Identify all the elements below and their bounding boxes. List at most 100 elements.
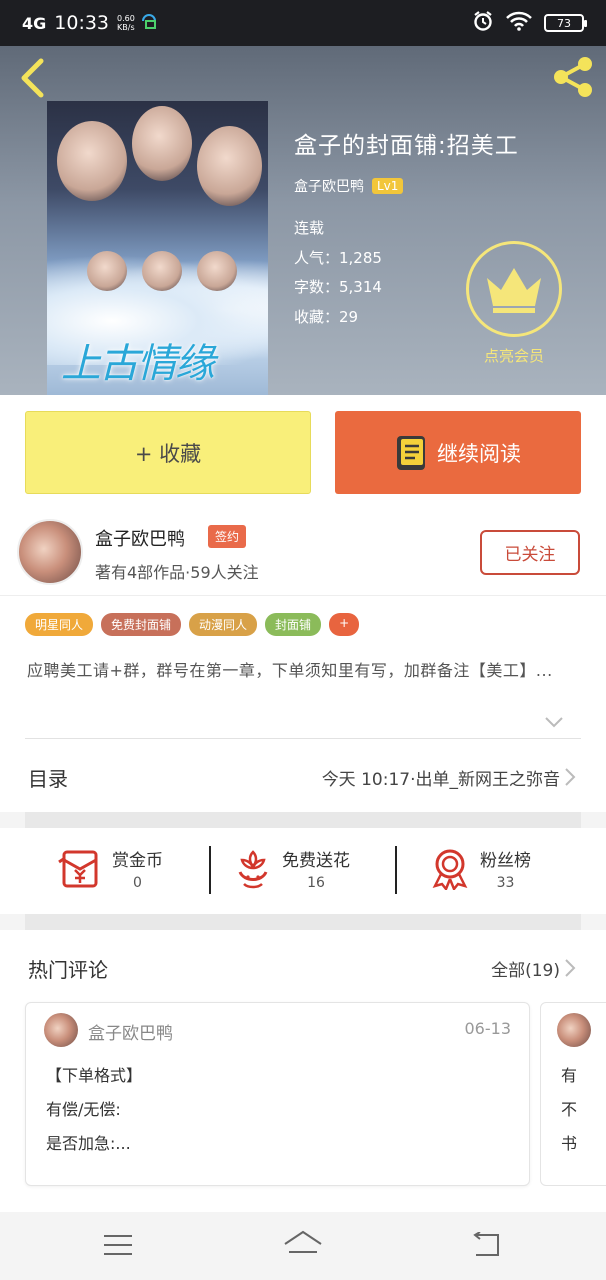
free-flower-button[interactable]: 免费送花 16 — [234, 846, 350, 891]
share-icon — [554, 57, 592, 97]
stat-value: 0 — [133, 875, 142, 891]
comments-section: 热门评论 全部(19) 盒子欧巴鸭 06-13 【下单格式】 有偿/无偿: 是否… — [0, 930, 606, 1212]
stat-name: 粉丝榜 — [480, 851, 531, 871]
book-status: 连载 — [294, 219, 325, 237]
home-icon — [284, 1230, 322, 1253]
fan-ranking-button[interactable]: 粉丝榜 33 — [430, 846, 531, 891]
network-speed-unit: KB/s — [117, 23, 135, 32]
comment-card[interactable]: 盒子欧巴鸭 06-13 【下单格式】 有偿/无偿: 是否加急:... — [25, 1002, 530, 1186]
comment-card[interactable]: 有 不 书 — [540, 1002, 606, 1186]
continue-reading-button[interactable]: 继续阅读 — [335, 411, 581, 494]
comments-title: 热门评论 — [28, 958, 108, 982]
stat-value: 33 — [496, 875, 515, 891]
vip-button[interactable]: 点亮会员 — [463, 241, 565, 366]
cover-figure — [132, 106, 192, 181]
book-popularity: 人气：1,285 — [294, 248, 382, 267]
expand-intro-button[interactable] — [544, 713, 564, 732]
share-button[interactable] — [550, 54, 596, 100]
vip-label: 点亮会员 — [483, 347, 544, 365]
author-name[interactable]: 盒子欧巴鸭 — [95, 525, 185, 551]
network-speed-value: 0.60 — [117, 14, 135, 23]
tag-pill[interactable]: 明星同人 — [25, 613, 94, 636]
stat-name: 免费送花 — [282, 851, 350, 871]
cover-figure — [57, 121, 127, 201]
network-speed: 0.60 KB/s — [117, 14, 139, 32]
follow-button[interactable]: 已关注 — [480, 530, 580, 575]
author-section: 盒子欧巴鸭 签约 著有4部作品·59人关注 已关注 明星同人 免费封面铺 动漫同人封… — [0, 510, 606, 738]
comment-line: 有偿/无偿: — [46, 1100, 121, 1119]
comment-body: 【下单格式】 有偿/无偿: 是否加急:... — [46, 1059, 142, 1161]
catalog-label: 目录 — [28, 767, 68, 791]
crown-icon — [487, 268, 541, 313]
red-envelope-icon — [58, 850, 98, 887]
alarm-icon — [472, 10, 494, 36]
book-cover[interactable]: 上古情缘 — [47, 101, 268, 395]
book-intro: 应聘美工请+群，群号在第一章，下单须知里有写，加群备注【美工】... — [27, 661, 553, 680]
return-icon — [473, 1232, 499, 1256]
book-favorites: 收藏：29 — [294, 307, 359, 326]
book-word-count: 字数：5,314 — [294, 278, 382, 296]
author-description: 著有4部作品·59人关注 — [95, 563, 259, 582]
comment-line: 不 — [561, 1100, 578, 1119]
back-arrow-icon — [21, 58, 44, 98]
section-gap — [25, 914, 581, 930]
back-nav-button[interactable] — [466, 1228, 506, 1262]
tag-pill[interactable]: 免费封面铺 — [101, 613, 182, 636]
divider — [395, 846, 397, 894]
cover-title-art: 上古情缘 — [61, 341, 215, 387]
avatar — [557, 1013, 591, 1047]
cover-figure — [197, 126, 262, 206]
book-icon — [397, 435, 425, 470]
cover-figure — [142, 251, 182, 291]
chevron-right-icon — [564, 767, 576, 791]
comment-line: 有 — [561, 1066, 578, 1085]
signed-badge: 签约 — [208, 525, 247, 548]
wifi-icon — [506, 11, 532, 35]
divider — [0, 595, 606, 596]
menu-icon — [104, 1235, 132, 1255]
catalog-row[interactable]: 目录 今天 10:17·出单_新网王之弥音 — [0, 738, 606, 812]
system-nav-bar — [0, 1212, 606, 1280]
divider — [209, 846, 211, 894]
book-title: 盒子的封面铺:招美工 — [294, 133, 519, 159]
app-notify-icon — [139, 11, 159, 35]
tag-pill[interactable]: + — [329, 613, 360, 636]
avatar — [44, 1013, 78, 1047]
clock: 10:33 — [54, 12, 110, 34]
all-comments-link[interactable]: 全部(19) — [491, 956, 560, 981]
stat-name: 赏金币 — [112, 851, 163, 871]
chevron-down-icon — [545, 717, 563, 728]
book-author-row: 盒子欧巴鸭 Lv1 — [294, 176, 404, 196]
divider — [25, 738, 581, 739]
book-header: 上古情缘 盒子的封面铺:招美工 盒子欧巴鸭 Lv1 连载 人气：1,285 字数… — [0, 46, 606, 395]
menu-button[interactable] — [98, 1228, 138, 1262]
status-bar: 4G 10:33 0.60 KB/s 73 — [0, 0, 606, 46]
comment-body: 有 不 书 — [561, 1059, 577, 1161]
tag-pill[interactable]: 封面铺 — [265, 613, 322, 636]
latest-chapter: 今天 10:17·出单_新网王之弥音 — [321, 770, 560, 790]
reward-coins-button[interactable]: 赏金币 0 — [56, 846, 163, 891]
comment-date: 06-13 — [464, 1019, 512, 1038]
comment-line: 是否加急:... — [46, 1134, 131, 1153]
stats-bar: 赏金币 0 免费送花 16 粉丝榜 33 — [0, 828, 606, 914]
section-gap — [25, 812, 581, 828]
comment-user: 盒子欧巴鸭 — [88, 1024, 173, 1044]
back-button[interactable] — [14, 56, 50, 100]
comment-line: 书 — [561, 1134, 578, 1153]
book-author[interactable]: 盒子欧巴鸭 — [294, 176, 364, 196]
action-bar: + 收藏 继续阅读 — [0, 395, 606, 510]
comment-line: 【下单格式】 — [46, 1066, 143, 1085]
home-button[interactable] — [283, 1228, 323, 1262]
network-indicator: 4G — [22, 13, 47, 33]
flower-icon — [238, 849, 268, 888]
stat-value: 16 — [307, 875, 325, 891]
level-badge: Lv1 — [372, 178, 404, 194]
book-meta: 连载 人气：1,285 字数：5,314 收藏：29 — [294, 214, 382, 332]
tag-pill[interactable]: 动漫同人 — [189, 613, 258, 636]
avatar[interactable] — [17, 519, 83, 585]
chevron-right-icon — [564, 958, 576, 982]
vip-ring — [466, 241, 562, 337]
cover-figure — [87, 251, 127, 291]
collect-button[interactable]: + 收藏 — [25, 411, 311, 494]
battery-indicator: 73 — [544, 14, 587, 32]
